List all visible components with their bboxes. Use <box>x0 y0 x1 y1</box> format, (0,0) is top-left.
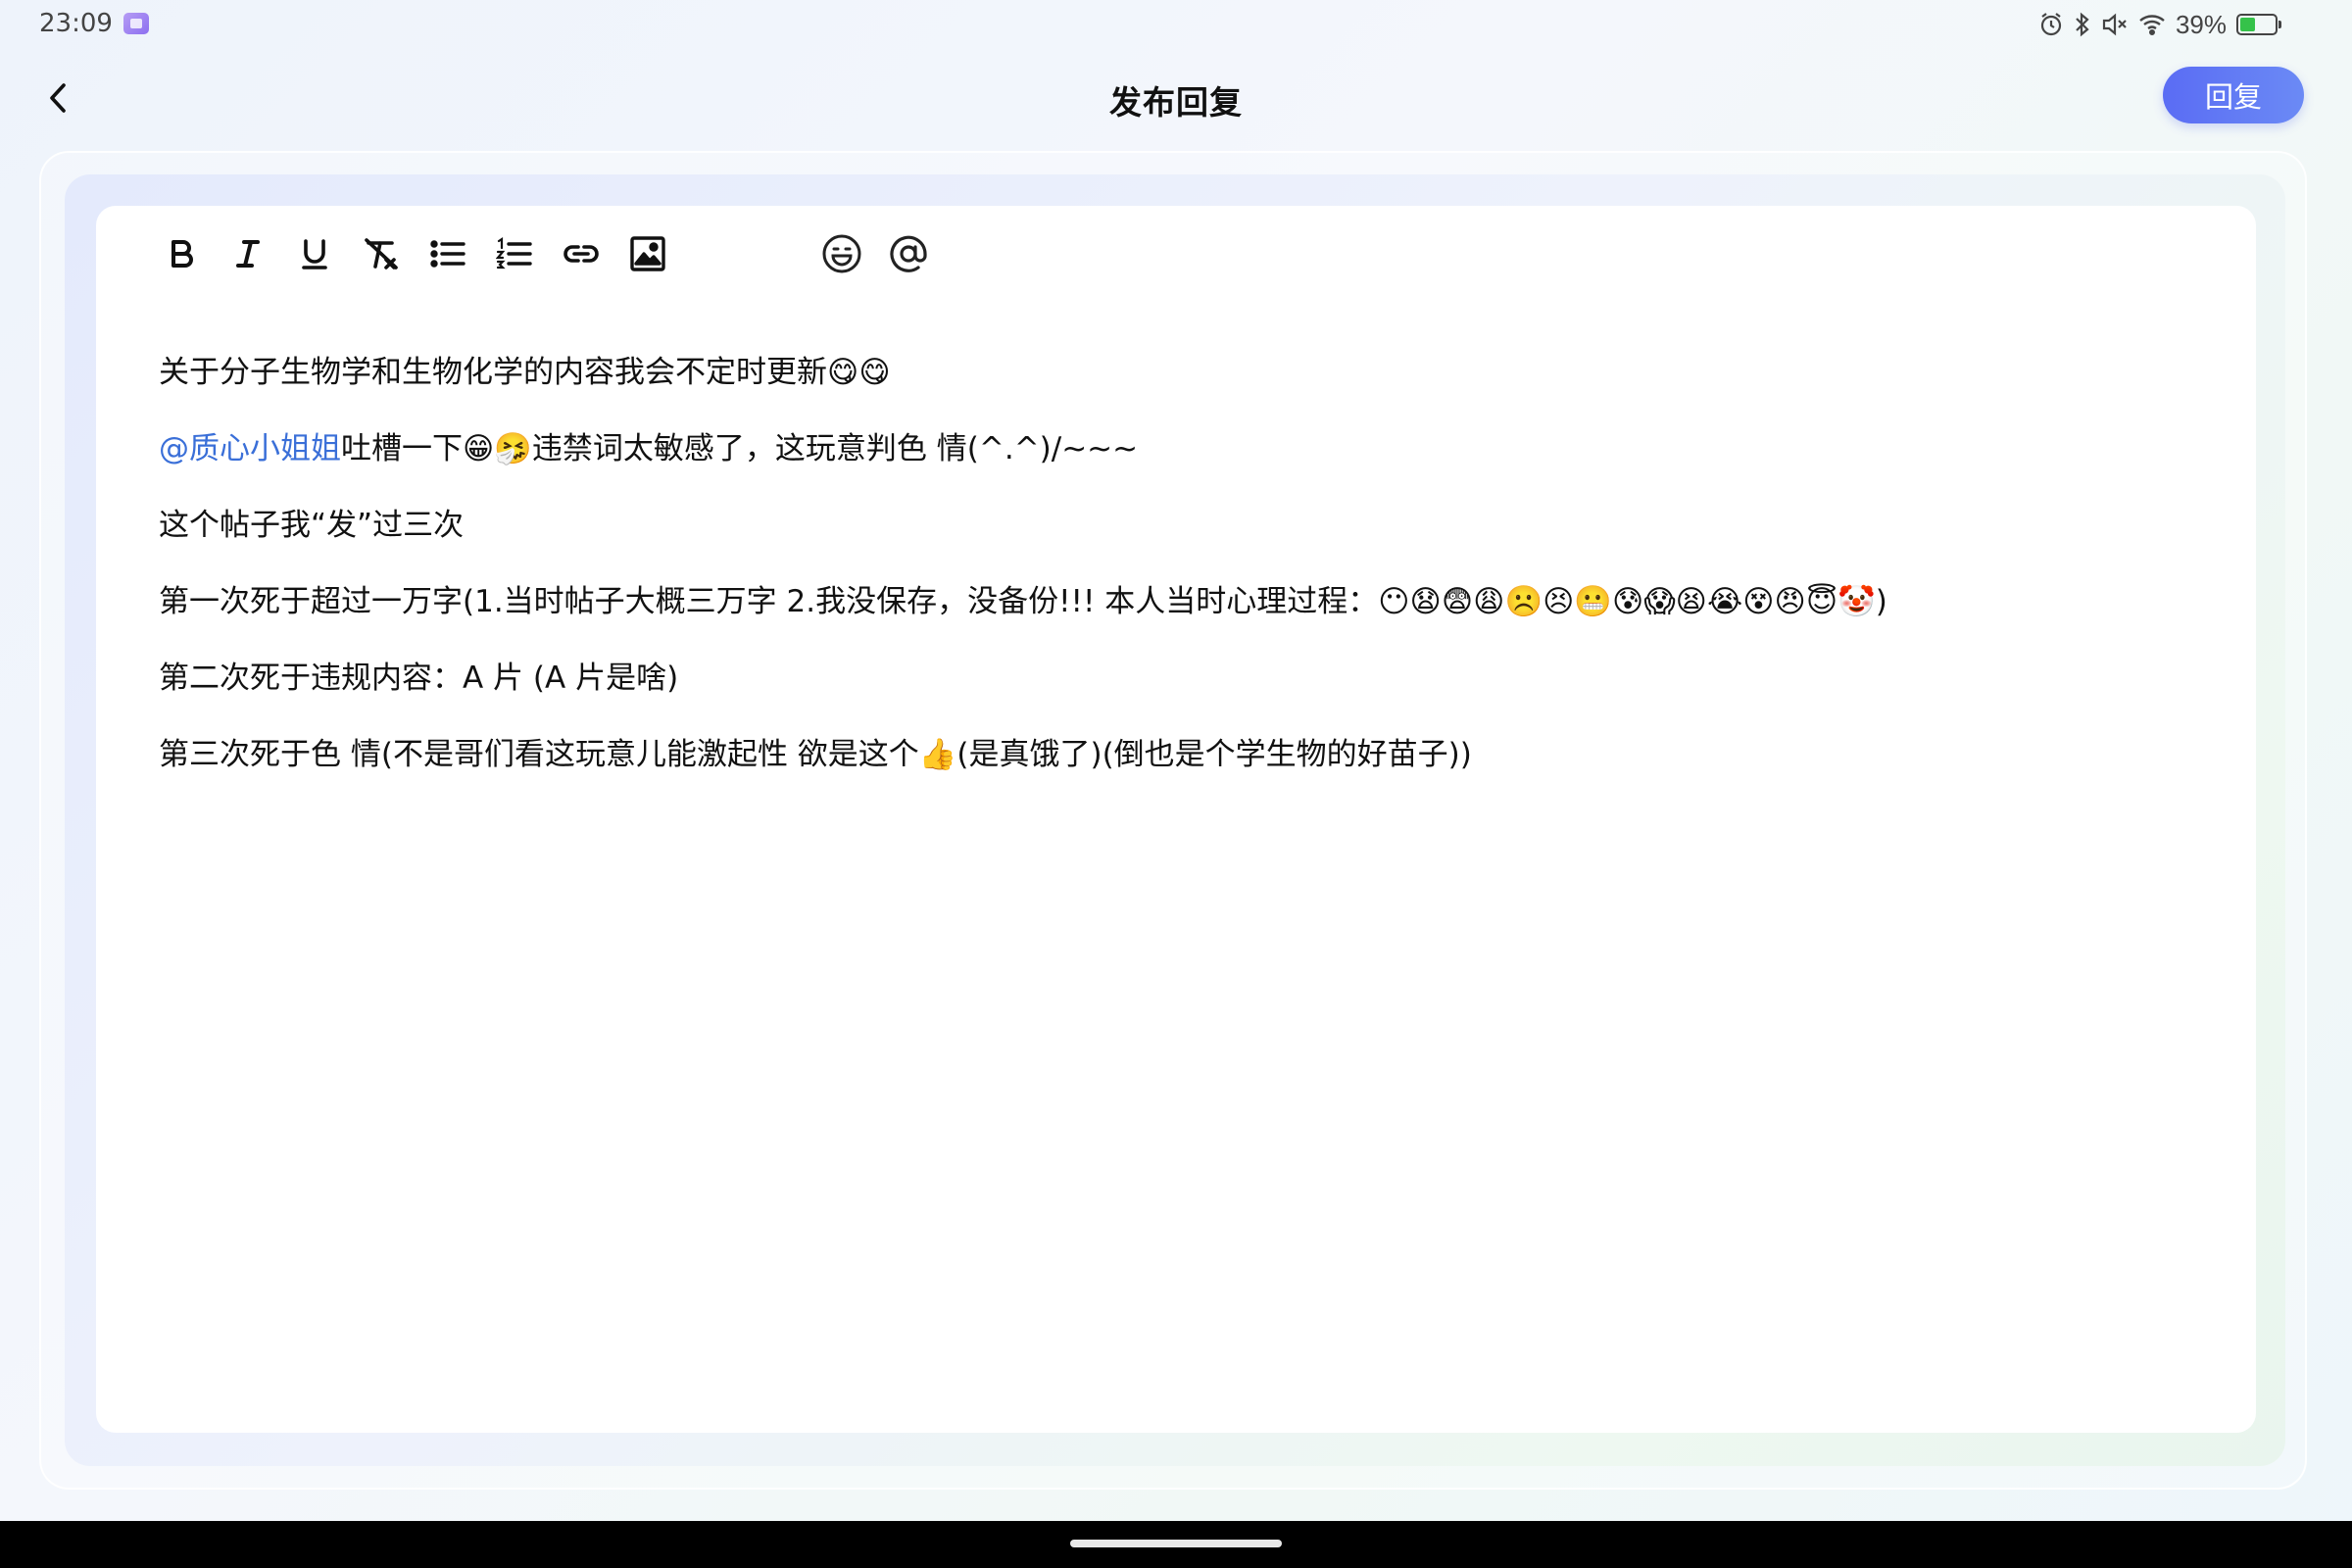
underline-icon <box>302 239 327 270</box>
at-mention-button[interactable] <box>884 229 933 278</box>
alarm-icon <box>2038 12 2064 37</box>
content-line: 关于分子生物学和生物化学的内容我会不定时更新😋😋 <box>159 355 891 390</box>
italic-button[interactable] <box>223 229 272 278</box>
bold-button[interactable] <box>157 229 206 278</box>
content-line: @质心小姐姐吐槽一下😁🤧违禁词太敏感了，这玩意判色 情(^.^)/~~~ <box>159 429 2217 468</box>
battery-level <box>2240 18 2255 31</box>
editor-card: 关于分子生物学和生物化学的内容我会不定时更新😋😋 @质心小姐姐吐槽一下😁🤧违禁词… <box>96 206 2256 1433</box>
bold-icon <box>172 240 193 268</box>
bullet-list-button[interactable] <box>423 229 472 278</box>
status-time: 23:09 <box>39 9 113 38</box>
content-text: 吐槽一下😁🤧违禁词太敏感了，这玩意判色 情(^.^)/~~~ <box>341 431 1139 466</box>
formatting-toolbar <box>157 229 951 278</box>
emoji-icon <box>822 234 861 273</box>
bullet-list-icon <box>430 240 466 268</box>
numbered-list-button[interactable] <box>490 229 539 278</box>
link-button[interactable] <box>557 229 606 278</box>
status-icons: 39% <box>2038 8 2281 41</box>
home-indicator[interactable] <box>1070 1540 1282 1547</box>
battery-icon <box>2236 14 2281 35</box>
screen-recorder-icon <box>123 13 149 34</box>
numbered-list-icon <box>496 236 532 270</box>
at-mention-icon <box>890 235 927 272</box>
mute-icon <box>2101 12 2129 37</box>
reply-button[interactable]: 回复 <box>2163 67 2304 123</box>
image-icon <box>630 236 665 271</box>
emoji-button[interactable] <box>817 229 866 278</box>
content-line: 第二次死于违规内容：A 片 (A 片是啥) <box>159 661 679 696</box>
content-line: 第一次死于超过一万字(1.当时帖子大概三万字 2.我没保存，没备份!!! 本人当… <box>159 584 1887 619</box>
reply-content[interactable]: 关于分子生物学和生物化学的内容我会不定时更新😋😋 @质心小姐姐吐槽一下😁🤧违禁词… <box>159 353 2217 811</box>
content-line: 这个帖子我“发”过三次 <box>159 508 465 543</box>
wifi-icon <box>2138 13 2166 36</box>
page-title: 发布回复 <box>1109 83 1243 122</box>
status-bar: 23:09 39% <box>0 0 2352 49</box>
image-button[interactable] <box>623 229 672 278</box>
battery-percent: 39% <box>2175 9 2227 39</box>
header: 发布回复 回复 <box>0 59 2352 137</box>
navigation-bar <box>0 1521 2352 1568</box>
link-icon <box>564 245 599 263</box>
underline-button[interactable] <box>290 229 339 278</box>
content-line: 第三次死于色 情(不是哥们看这玩意儿能激起性 欲是这个👍(是真饿了)(倒也是个学… <box>159 737 1472 772</box>
clear-format-icon <box>365 238 398 270</box>
italic-icon <box>236 240 260 268</box>
bluetooth-icon <box>2074 12 2091 37</box>
user-mention[interactable]: @质心小姐姐 <box>159 431 341 466</box>
clear-format-button[interactable] <box>357 229 406 278</box>
